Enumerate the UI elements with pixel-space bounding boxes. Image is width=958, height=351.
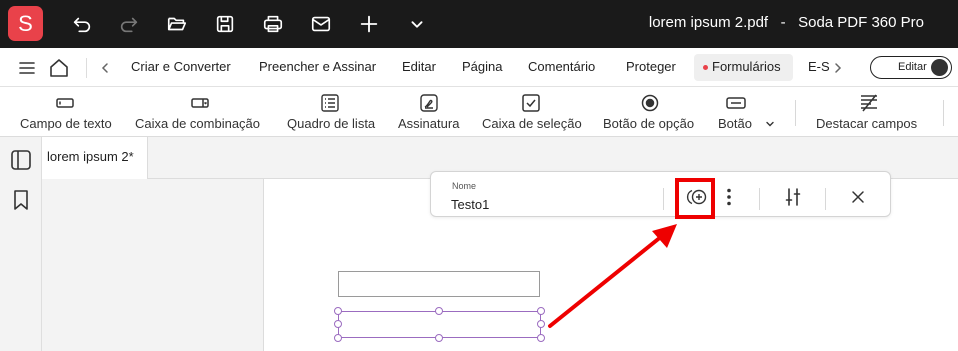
active-dot-icon [703,65,708,70]
forms-toolbar: Campo de texto Caixa de combinação Quadr… [0,87,958,137]
tool-label: Campo de texto [20,116,112,131]
document-tab[interactable]: lorem ipsum 2* [42,137,148,179]
panel-divider [759,188,760,210]
tool-label: Destacar campos [816,116,918,131]
signature-icon [419,93,439,113]
edit-mode-toggle[interactable]: Editar [870,56,952,79]
panel-divider [663,188,664,210]
resize-handle[interactable] [537,334,545,342]
chevron-down-icon[interactable] [764,117,776,129]
panel-toggle-icon[interactable] [10,149,32,171]
left-sidebar [0,137,42,351]
document-tab-label: lorem ipsum 2* [47,149,134,164]
app-logo[interactable]: S [8,6,43,41]
field-name-label: Nome [452,181,477,191]
tool-label: Botão de opção [603,116,695,131]
radio-button-icon [640,93,660,113]
highlight-fields-icon [859,93,879,113]
tool-label: Assinatura [398,116,460,131]
undo-icon[interactable] [70,12,94,36]
resize-handle[interactable] [435,307,443,315]
window-title: lorem ipsum 2.pdf - Soda PDF 360 Pro [648,14,924,31]
scroll-left-icon[interactable] [99,61,111,75]
tool-botao-de-opcao[interactable]: Botão de opção [603,87,699,137]
text-field-icon [55,93,75,113]
bookmark-icon[interactable] [10,189,32,211]
tool-campo-de-texto[interactable]: Campo de texto [20,87,116,137]
toolbar-divider [943,100,944,126]
menu-e-sign[interactable]: E-S [808,59,830,74]
panel-divider [825,188,826,210]
tool-caixa-de-selecao[interactable]: Caixa de seleção [482,87,584,137]
close-icon[interactable] [846,185,870,209]
hamburger-menu-icon[interactable] [18,59,36,77]
tool-botao[interactable]: Botão [718,87,778,137]
tool-label: Caixa de seleção [482,116,582,131]
tool-label: Caixa de combinação [135,116,261,131]
form-text-field[interactable] [338,271,540,297]
tool-quadro-de-lista[interactable]: Quadro de lista [287,87,378,137]
field-settings-icon[interactable] [781,185,805,209]
home-icon[interactable] [48,57,70,79]
combo-box-icon [190,93,210,113]
checkbox-icon [521,93,541,113]
scroll-right-icon[interactable] [832,61,844,75]
redo-icon[interactable] [117,12,141,36]
resize-handle[interactable] [334,307,342,315]
toolbar-divider [795,100,796,126]
tool-label: Quadro de lista [287,116,376,131]
menu-formularios[interactable]: Formulários [712,59,781,74]
field-name-input[interactable]: Testo1 [451,197,489,212]
edit-toggle-label: Editar [898,61,927,73]
plus-icon[interactable] [357,12,381,36]
side-panel [42,179,264,351]
field-properties-panel: Nome Testo1 [430,171,891,217]
list-box-icon [320,93,340,113]
annotation-highlight-box [675,178,715,219]
folder-open-icon[interactable] [165,12,189,36]
menu-pagina[interactable]: Página [462,59,502,74]
resize-handle[interactable] [435,334,443,342]
resize-handle[interactable] [334,334,342,342]
menu-comentario[interactable]: Comentário [528,59,595,74]
menu-proteger[interactable]: Proteger [626,59,676,74]
print-icon[interactable] [261,12,285,36]
tool-assinatura[interactable]: Assinatura [398,87,464,137]
menu-divider [86,58,87,78]
menu-bar: Criar e Converter Preencher e Assinar Ed… [0,48,958,87]
menu-preencher-assinar[interactable]: Preencher e Assinar [259,59,376,74]
resize-handle[interactable] [334,320,342,328]
button-icon [726,93,746,113]
mail-icon[interactable] [309,12,333,36]
toggle-knob [931,59,948,76]
chevron-down-icon[interactable] [405,12,429,36]
save-icon[interactable] [213,12,237,36]
menu-editar[interactable]: Editar [402,59,436,74]
tool-destacar-campos[interactable]: Destacar campos [816,87,926,137]
more-options-icon[interactable] [717,185,741,209]
menu-criar-converter[interactable]: Criar e Converter [131,59,231,74]
tool-caixa-de-combinacao[interactable]: Caixa de combinação [135,87,269,137]
resize-handle[interactable] [537,307,545,315]
tool-label: Botão [718,116,752,131]
resize-handle[interactable] [537,320,545,328]
title-bar: S lorem ipsum 2.pdf - Soda PDF 360 Pro [0,0,958,48]
